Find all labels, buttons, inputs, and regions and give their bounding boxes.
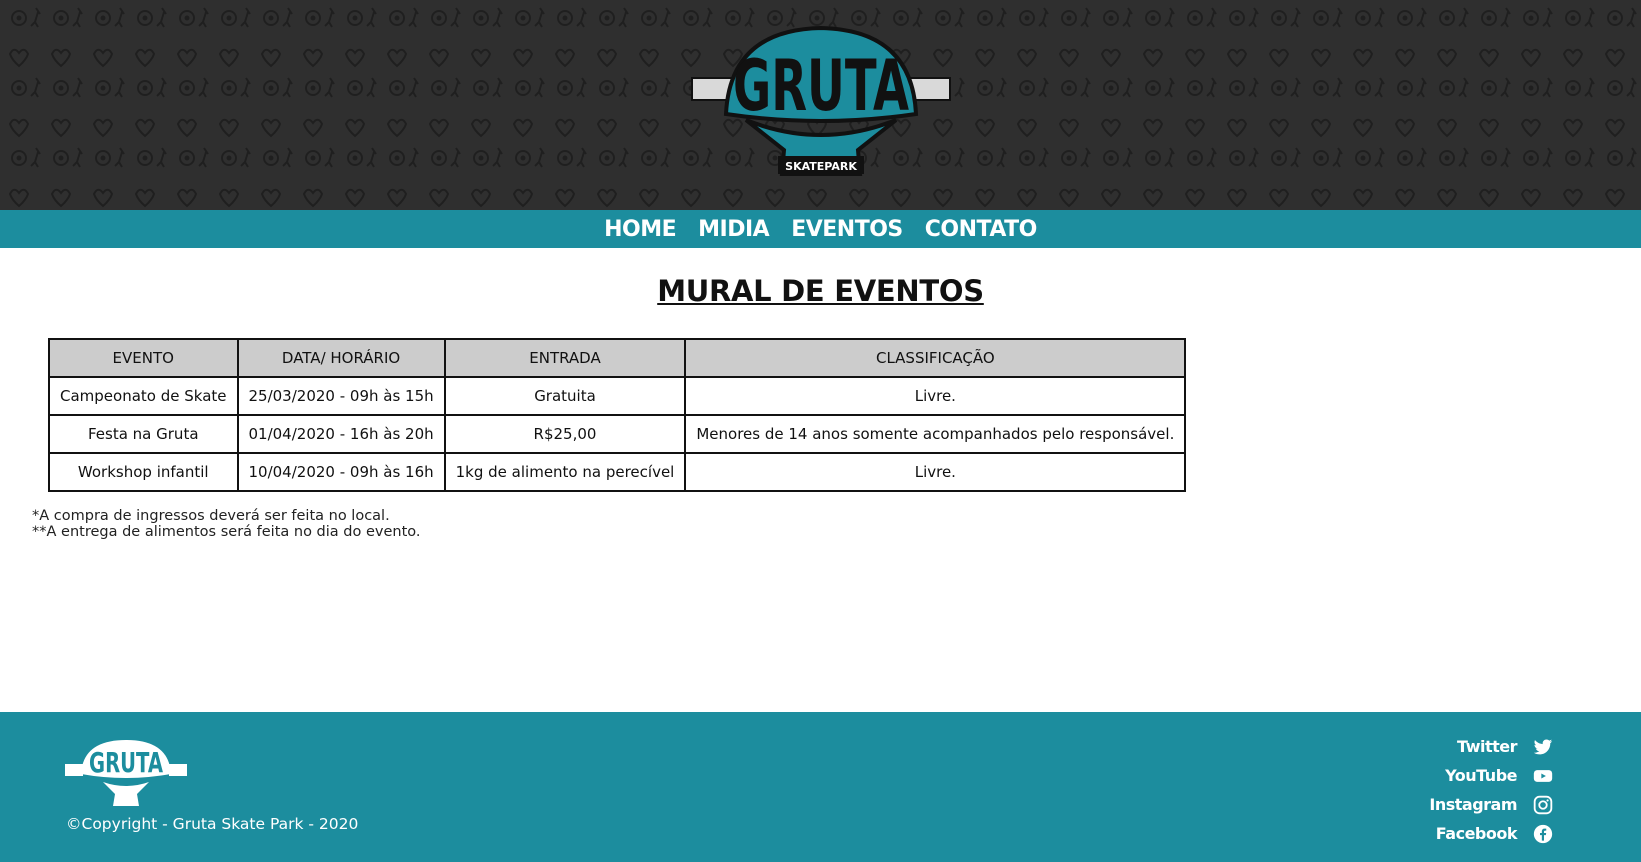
site-footer: GRUTA ©Copyright - Gruta Skate Park - 20… [0,712,1641,862]
page-title: MURAL DE EVENTOS [657,274,984,308]
nav-midia[interactable]: MIDIA [697,217,770,242]
footer-logo[interactable]: GRUTA [65,738,187,808]
header-entrada: ENTRADA [443,338,687,378]
social-twitter[interactable]: Twitter [1429,732,1553,761]
social-label: Twitter [1457,737,1517,756]
table-row: Workshop infantil 10/04/2020 - 09h às 16… [48,452,1187,492]
social-label: Instagram [1429,795,1517,814]
nav-eventos[interactable]: EVENTOS [790,217,904,242]
copyright-text: ©Copyright - Gruta Skate Park - 2020 [66,815,359,833]
cell-evento: Workshop infantil [48,452,239,492]
twitter-icon [1533,737,1553,757]
facebook-icon [1533,824,1553,844]
social-instagram[interactable]: Instagram [1429,790,1553,819]
nav-home[interactable]: HOME [603,217,677,242]
cell-entrada: 1kg de alimento na perecível [443,452,687,492]
table-header-row: EVENTO DATA/ HORÁRIO ENTRADA CLASSIFICAÇ… [48,338,1187,378]
youtube-icon [1533,766,1553,786]
cell-data: 01/04/2020 - 16h às 20h [236,414,446,454]
cell-entrada: Gratuita [443,376,687,416]
cell-entrada: R$25,00 [443,414,687,454]
social-facebook[interactable]: Facebook [1429,819,1553,848]
header-data-horario: DATA/ HORÁRIO [236,338,446,378]
cell-evento: Campeonato de Skate [48,376,239,416]
note-ingressos: *A compra de ingressos deverá ser feita … [32,508,390,524]
nav-contato[interactable]: CONTATO [924,217,1038,242]
cell-classificacao: Livre. [684,376,1187,416]
social-links: Twitter YouTube Instagram Facebook [1429,732,1553,848]
cell-data: 25/03/2020 - 09h às 15h [236,376,446,416]
table-row: Festa na Gruta 01/04/2020 - 16h às 20h R… [48,414,1187,454]
social-label: Facebook [1435,824,1518,843]
logo-text: GRUTA [733,45,909,127]
main-nav: HOME MIDIA EVENTOS CONTATO [0,210,1641,248]
social-label: YouTube [1445,766,1517,785]
cell-classificacao: Menores de 14 anos somente acompanhados … [684,414,1187,454]
header-classificacao: CLASSIFICAÇÃO [684,338,1187,378]
header-evento: EVENTO [48,338,239,378]
footer-logo-text: GRUTA [89,746,163,779]
cell-classificacao: Livre. [684,452,1187,492]
social-youtube[interactable]: YouTube [1429,761,1553,790]
instagram-icon [1533,795,1553,815]
note-alimentos: **A entrega de alimentos será feita no d… [32,524,421,540]
table-row: Campeonato de Skate 25/03/2020 - 09h às … [48,376,1187,416]
cell-data: 10/04/2020 - 09h às 16h [236,452,446,492]
events-table: EVENTO DATA/ HORÁRIO ENTRADA CLASSIFICAÇ… [48,338,1187,492]
logo-subtext: SKATEPARK [785,160,857,173]
cell-evento: Festa na Gruta [48,414,239,454]
gruta-logo[interactable]: GRUTA SKATEPARK [690,24,952,184]
site-header: GRUTA SKATEPARK [0,0,1641,210]
notes: *A compra de ingressos deverá ser feita … [32,508,421,540]
